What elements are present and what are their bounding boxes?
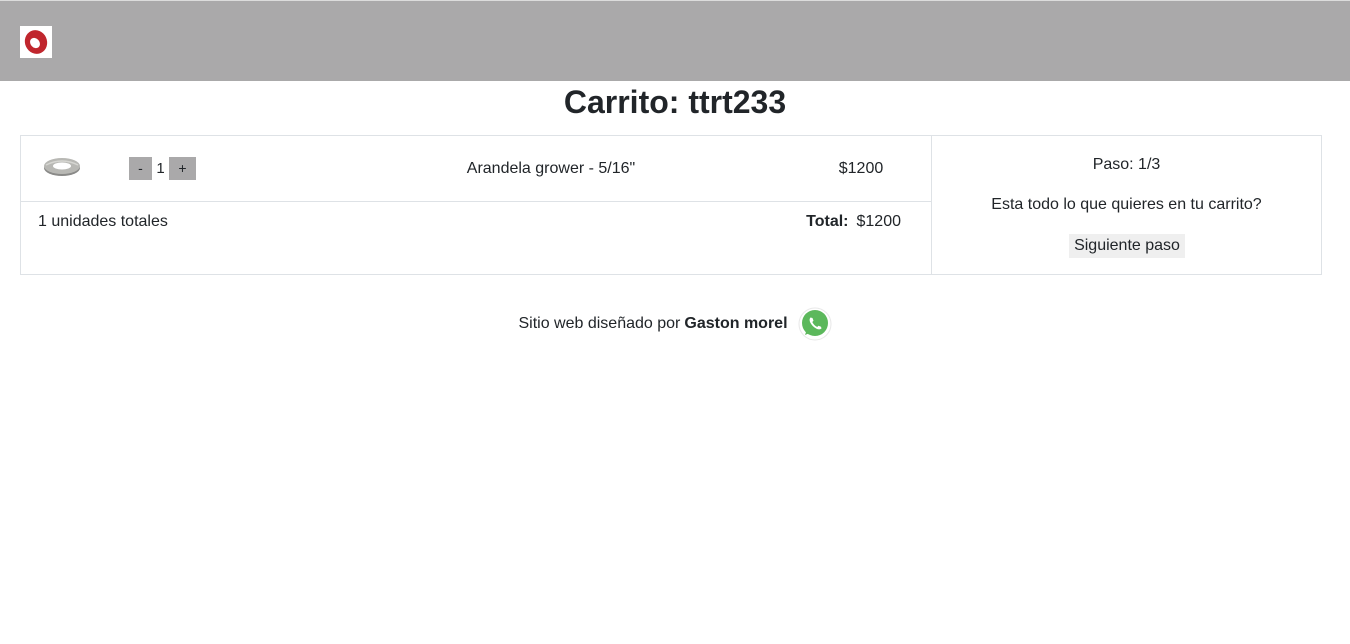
cart-total: Total: $1200: [806, 211, 901, 233]
footer-text: Sitio web diseñado por: [518, 315, 681, 332]
site-footer: Sitio web diseñado por Gaston morel: [0, 306, 1350, 342]
footer-author: Gaston morel: [684, 315, 788, 332]
step-indicator: Paso: 1/3: [1092, 156, 1161, 173]
units-total: 1 unidades totales: [38, 213, 168, 230]
quantity-increase-button[interactable]: +: [169, 157, 196, 180]
page-title: Carrito: ttrt233: [563, 84, 787, 120]
quantity-value: 1: [156, 160, 165, 177]
whatsapp-icon[interactable]: [798, 307, 832, 341]
next-step-button[interactable]: Siguiente paso: [1069, 234, 1185, 258]
site-header: [0, 0, 1350, 81]
quantity-decrease-button[interactable]: -: [129, 157, 152, 180]
cart-item-row: - 1 + Arandela grower - 5/16" $1200: [21, 136, 931, 202]
item-price: $1200: [838, 160, 884, 177]
washer-icon: [41, 154, 83, 180]
item-name: Arandela grower - 5/16": [466, 160, 636, 177]
checkout-steps: Paso: 1/3 Esta todo lo que quieres en tu…: [932, 136, 1321, 274]
brand-logo-icon[interactable]: [20, 26, 52, 58]
step-question: Esta todo lo que quieres en tu carrito?: [991, 196, 1262, 213]
total-value: $1200: [856, 213, 902, 230]
cart-panel: - 1 + Arandela grower - 5/16" $1200 1 un…: [20, 135, 1322, 275]
total-label: Total:: [806, 213, 849, 230]
cart-items: - 1 + Arandela grower - 5/16" $1200 1 un…: [21, 136, 932, 274]
